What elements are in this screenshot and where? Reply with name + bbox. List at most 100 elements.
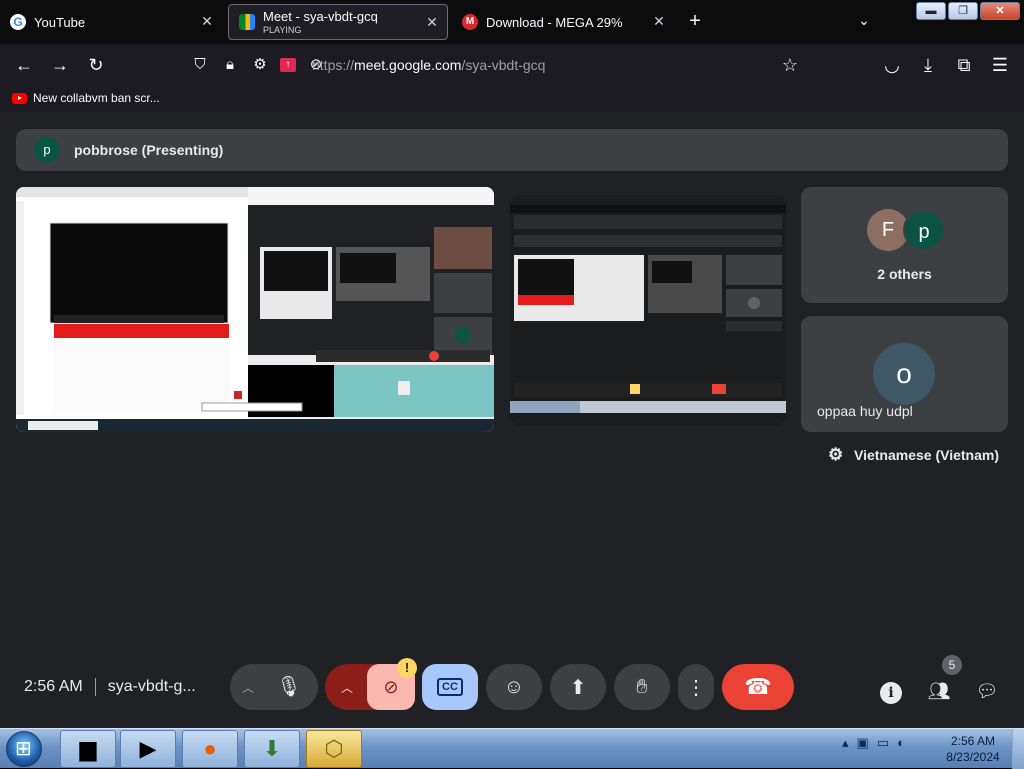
bookmark-star-icon[interactable]: ☆ xyxy=(778,53,802,77)
tab-title: YouTube xyxy=(34,14,86,30)
meet-call-area: p pobbrose (Presenting) F p 2 others o o… xyxy=(0,112,1024,728)
downloads-icon[interactable]: ⤓ xyxy=(916,53,940,77)
close-tab-icon[interactable]: ✕ xyxy=(200,14,214,28)
captions-button[interactable]: CC xyxy=(422,664,478,710)
caption-language-selector[interactable]: ⚙ Vietnamese (Vietnam) xyxy=(828,446,999,464)
presenter-self-view-tile[interactable] xyxy=(510,195,786,425)
presenting-banner: p pobbrose (Presenting) xyxy=(16,129,1008,171)
meet-icon xyxy=(239,14,255,30)
participant-avatar: o xyxy=(873,343,935,405)
microphone-icon[interactable]: 🎙︎ xyxy=(266,664,312,710)
taskbar-app-download-manager[interactable]: ⬇ xyxy=(244,730,300,768)
meeting-info: 2:56 AM sya-vbdt-g... xyxy=(24,678,196,696)
tab-title: Download - MEGA 29% xyxy=(486,14,623,30)
mega-icon: M xyxy=(462,14,478,30)
close-tab-icon[interactable]: ✕ xyxy=(652,14,666,28)
presenting-label: pobbrose (Presenting) xyxy=(74,142,224,158)
taskbar-app-media-player[interactable]: ▶ xyxy=(120,730,176,768)
volume-icon[interactable]: ◐ xyxy=(897,735,905,751)
tab-playing-label: PLAYING xyxy=(263,25,302,35)
people-icon: 👥︎ xyxy=(927,681,951,701)
audio-options-chevron-icon[interactable]: ︿ xyxy=(242,679,254,696)
tab-mega[interactable]: M Download - MEGA 29% ✕ xyxy=(452,4,674,40)
meeting-details-button[interactable]: i xyxy=(878,678,904,704)
people-button[interactable]: 👥︎ xyxy=(926,678,952,704)
tray-app-icon[interactable]: ▣ xyxy=(857,735,869,751)
tab-youtube[interactable]: G YouTube ✕ xyxy=(0,4,222,40)
close-window-button[interactable]: ✕ xyxy=(980,2,1020,20)
bookmark-item[interactable]: New collabvm ban scr... xyxy=(12,91,160,105)
tab-title: Meet - sya-vbdt-gcq xyxy=(263,9,378,24)
participant-avatar: p xyxy=(903,209,945,251)
restore-button[interactable]: ❐ xyxy=(948,2,978,20)
warning-badge: ! xyxy=(397,658,417,678)
url-field[interactable]: https://meet.google.com/sya-vbdt-gcq xyxy=(312,57,545,73)
windows-taskbar: ▆ ▶ ● ⬇ ⬡ ▴ ▣ ▭ ◐ 2:56 AM 8/23/2024 xyxy=(0,728,1024,769)
url-bar-icons: ⛉ 🔒︎ ⚙︎ ↑ ⊘ xyxy=(190,53,326,77)
divider xyxy=(94,678,96,696)
minimize-button[interactable]: ▬ xyxy=(916,2,946,20)
forward-arrow-icon[interactable]: → xyxy=(48,53,72,77)
vm-icon: ⬡ xyxy=(324,736,344,761)
present-screen-button[interactable]: ⬆ xyxy=(550,664,606,710)
pocket-icon[interactable]: ◡ xyxy=(880,53,904,77)
media-player-icon: ▶ xyxy=(139,736,157,761)
presentation-tile[interactable] xyxy=(16,187,494,432)
more-vert-icon: ⋮ xyxy=(686,676,706,699)
taskbar-app-terminal[interactable]: ▆ xyxy=(60,730,116,768)
close-tab-icon[interactable]: ✕ xyxy=(425,15,439,29)
more-options-button[interactable]: ⋮ xyxy=(678,664,714,710)
browser-tab-strip: G YouTube ✕ Meet - sya-vbdt-gcq PLAYING … xyxy=(0,0,1024,44)
leave-call-button[interactable]: ☎︎ xyxy=(722,664,794,710)
caption-language-label: Vietnamese (Vietnam) xyxy=(854,447,999,463)
back-arrow-icon[interactable]: ← xyxy=(12,53,36,77)
microphone-control-group: ︿ 🎙︎ xyxy=(230,664,318,710)
present-icon: ⬆ xyxy=(569,676,587,699)
smile-icon: ☺ xyxy=(503,675,525,698)
others-count-label: 2 others xyxy=(877,266,932,282)
app-window-icon: ▆ xyxy=(79,736,97,761)
phone-hangup-icon: ☎︎ xyxy=(744,674,772,699)
network-icon[interactable]: ▭ xyxy=(877,735,889,751)
navigation-toolbar: ← → ↻ ⛉ 🔒︎ ⚙︎ ↑ ⊘ https://meet.google.co… xyxy=(0,44,1024,86)
taskbar-app-firefox[interactable]: ● xyxy=(182,730,238,768)
tray-expand-icon[interactable]: ▴ xyxy=(842,735,849,751)
lock-icon[interactable]: 🔒︎ xyxy=(220,53,240,77)
system-tray: ▴ ▣ ▭ ◐ xyxy=(842,735,905,751)
google-g-icon: G xyxy=(10,14,26,30)
participant-tile-oppaa[interactable]: o oppaa huy udpl xyxy=(801,316,1008,432)
permissions-icon[interactable]: ⚙︎ xyxy=(250,53,270,77)
firefox-icon: ● xyxy=(203,736,217,761)
start-button[interactable] xyxy=(6,731,42,767)
gear-icon: ⚙ xyxy=(828,445,844,464)
chat-button[interactable]: 💬︎ xyxy=(974,678,1000,704)
download-manager-icon: ⬇ xyxy=(262,736,282,761)
participant-tile-others[interactable]: F p 2 others xyxy=(801,187,1008,303)
hamburger-menu-icon[interactable]: ☰ xyxy=(988,53,1012,77)
youtube-icon xyxy=(12,92,27,104)
url-path: /sya-vbdt-gcq xyxy=(461,57,546,73)
show-desktop-button[interactable] xyxy=(1012,729,1024,769)
bookmark-label: New collabvm ban scr... xyxy=(33,91,160,105)
url-prefix: https:// xyxy=(312,57,355,73)
clock-date: 8/23/2024 xyxy=(946,750,1000,764)
screen-share-indicator-icon[interactable]: ↑ xyxy=(280,58,296,72)
emoji-reaction-button[interactable]: ☺ xyxy=(486,664,542,710)
tab-meet[interactable]: Meet - sya-vbdt-gcq PLAYING ✕ xyxy=(228,4,448,40)
clock-time: 2:56 AM xyxy=(950,734,996,748)
list-all-tabs-chevron-icon[interactable]: ⌄ xyxy=(854,12,874,32)
participant-name: oppaa huy udpl xyxy=(817,403,913,419)
video-options-chevron-icon[interactable]: ︿ xyxy=(341,679,353,696)
info-icon: i xyxy=(880,682,902,704)
extensions-icon[interactable]: ⧉ xyxy=(952,53,976,77)
chat-icon: 💬︎ xyxy=(975,681,999,701)
meeting-time: 2:56 AM xyxy=(24,678,83,695)
bookmarks-toolbar: New collabvm ban scr... xyxy=(0,86,1024,112)
raise-hand-button[interactable]: ✋︎ xyxy=(614,664,670,710)
tracking-shield-icon[interactable]: ⛉ xyxy=(190,53,210,77)
reload-icon[interactable]: ↻ xyxy=(84,53,108,77)
taskbar-clock[interactable]: 2:56 AM 8/23/2024 xyxy=(938,733,1008,765)
url-host: meet.google.com xyxy=(354,57,462,73)
taskbar-app-vm[interactable]: ⬡ xyxy=(306,730,362,768)
new-tab-button[interactable]: + xyxy=(684,10,706,32)
